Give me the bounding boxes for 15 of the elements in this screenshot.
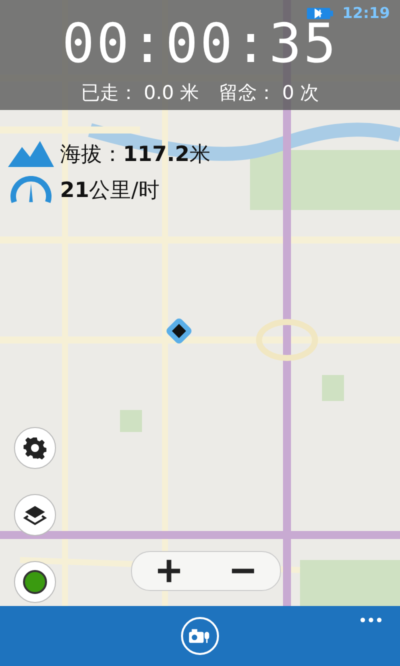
speed-reading: 21公里/时 bbox=[60, 177, 160, 204]
battery-icon bbox=[306, 6, 334, 20]
altitude-reading: 海拔：117.2米 bbox=[60, 141, 210, 168]
trip-stat: 留念： 0 次 bbox=[219, 81, 320, 106]
trip-stat: 已走： 0.0 米 bbox=[80, 81, 200, 106]
more-icon[interactable] bbox=[360, 617, 382, 623]
settings-icon bbox=[23, 436, 47, 460]
speedometer-icon bbox=[8, 176, 54, 204]
mountain-icon bbox=[8, 140, 54, 168]
elapsed-timer: 00:00:35 bbox=[62, 14, 338, 74]
layers-icon bbox=[23, 503, 47, 527]
status-time: 12:19 bbox=[342, 4, 390, 22]
zoom-in-icon[interactable] bbox=[157, 559, 181, 583]
camera-mic-icon bbox=[189, 628, 211, 644]
camera-button[interactable] bbox=[181, 617, 219, 655]
